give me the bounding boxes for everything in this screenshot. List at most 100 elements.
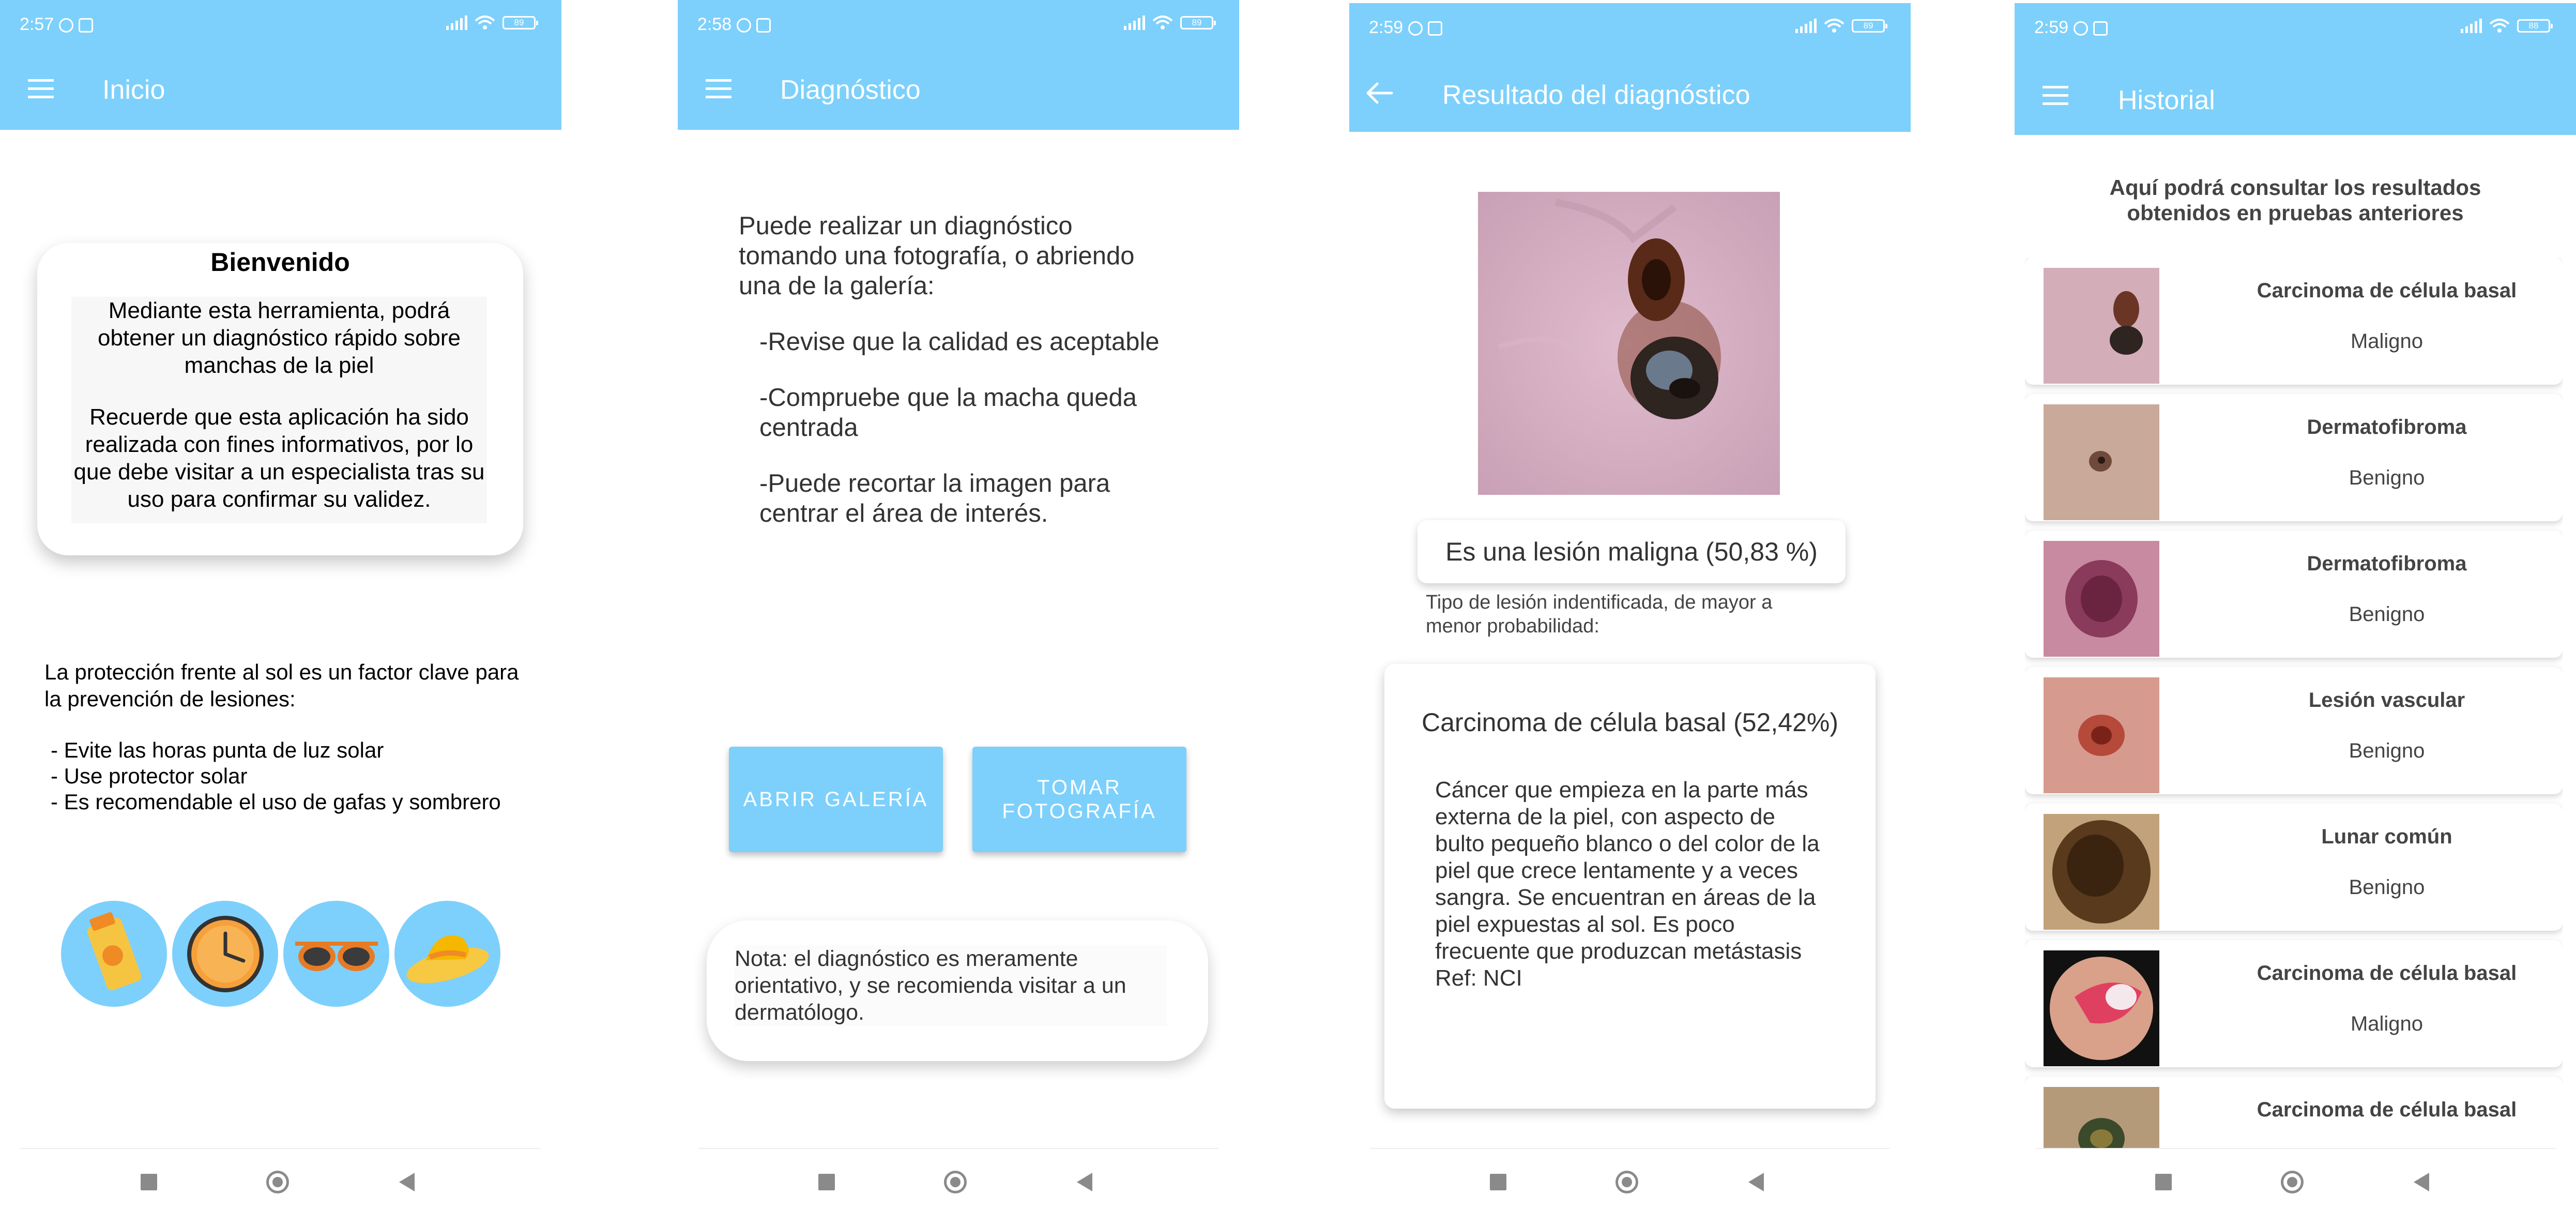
welcome-paragraph: Recuerde que esta aplicación ha sido rea… xyxy=(73,404,485,512)
home-button[interactable] xyxy=(2281,1171,2304,1193)
instruction-step: -Compruebe que la macha queda centrada xyxy=(759,384,1137,442)
notification-icon xyxy=(59,18,74,33)
home-button[interactable] xyxy=(266,1171,289,1193)
signal-icon xyxy=(1124,16,1145,30)
welcome-card: Bienvenido Mediante esta herramienta, po… xyxy=(37,243,523,555)
hamburger-icon[interactable] xyxy=(28,79,54,99)
notification-icon xyxy=(1428,21,1443,36)
status-bar: 2:59 xyxy=(1369,18,1443,38)
lesion-thumbnail xyxy=(2044,268,2159,384)
system-nav-bar xyxy=(2015,1148,2576,1210)
home-button[interactable] xyxy=(1615,1171,1638,1193)
tip-item: - Use protector solar xyxy=(51,764,248,788)
notification-icon xyxy=(2093,21,2108,36)
status-icons: 88 xyxy=(2461,19,2553,33)
sun-protection-tips: - Evite las horas punta de luz solar - U… xyxy=(44,737,520,815)
prevention-icons xyxy=(61,901,500,1007)
battery-level: 89 xyxy=(514,18,524,27)
app-bar: 2:57 89 Inicio xyxy=(0,0,561,130)
history-verdict: Maligno xyxy=(2350,1012,2423,1035)
lesion-photo xyxy=(1478,192,1780,495)
history-lesion-name: Dermatofibroma xyxy=(2307,416,2467,438)
notification-icon xyxy=(2074,21,2089,36)
history-lesion-name: Lesión vascular xyxy=(2308,689,2465,712)
recents-button[interactable] xyxy=(141,1174,157,1190)
history-lesion-name: Dermatofibroma xyxy=(2307,552,2467,575)
status-time: 2:59 xyxy=(2034,18,2069,37)
history-lesion-name: Lunar común xyxy=(2321,825,2452,848)
wifi-icon xyxy=(475,16,495,29)
lesion-name: Carcinoma de célula basal (52,42%) xyxy=(1422,708,1838,737)
back-button[interactable] xyxy=(1748,1173,1764,1191)
history-item[interactable]: Carcinoma de célula basal Maligno xyxy=(2025,258,2563,385)
lesion-detail-card[interactable]: Carcinoma de célula basal (52,42%) Cánce… xyxy=(1384,664,1876,1109)
sun-protection-section: La protección frente al sol es un factor… xyxy=(44,659,520,815)
clock-icon xyxy=(172,901,278,1007)
notification-icon xyxy=(756,18,771,33)
lesion-thumbnail xyxy=(2044,950,2159,1066)
welcome-paragraph: Mediante esta herramienta, podrá obtener… xyxy=(97,298,461,378)
notification-icon xyxy=(79,18,94,33)
tip-item: - Evite las horas punta de luz solar xyxy=(51,738,384,762)
battery-level: 88 xyxy=(2528,21,2539,31)
status-bar: 2:57 xyxy=(20,14,94,35)
battery-icon: 89 xyxy=(1180,16,1216,29)
system-nav-bar xyxy=(1349,1148,1911,1210)
back-button[interactable] xyxy=(2414,1173,2429,1191)
hamburger-icon[interactable] xyxy=(706,79,731,99)
history-item[interactable]: Dermatofibroma Benigno xyxy=(2025,394,2563,521)
status-time: 2:58 xyxy=(697,14,732,34)
app-bar: 2:59 88 Historial xyxy=(2015,3,2576,135)
back-button[interactable] xyxy=(399,1173,415,1191)
history-verdict: Benigno xyxy=(2349,466,2425,489)
hamburger-icon[interactable] xyxy=(2042,86,2068,105)
history-item[interactable]: Lunar común Benigno xyxy=(2025,804,2563,931)
result-subtitle: Tipo de lesión indentificada, de mayor a… xyxy=(1426,592,1773,637)
battery-icon: 88 xyxy=(2517,19,2553,33)
history-list[interactable]: Carcinoma de célula basal Maligno Dermat… xyxy=(2025,258,2563,1148)
history-verdict: Benigno xyxy=(2349,876,2425,899)
page-title: Inicio xyxy=(102,75,165,105)
notification-icon xyxy=(737,18,752,33)
status-time: 2:57 xyxy=(20,14,54,34)
app-bar: 2:59 89 Resultado del diagnóstico xyxy=(1349,3,1911,132)
battery-level: 89 xyxy=(1863,21,1873,31)
recents-button[interactable] xyxy=(818,1174,835,1190)
page-title: Resultado del diagnóstico xyxy=(1442,80,1750,110)
take-photo-button[interactable]: TOMAR FOTOGRAFÍA xyxy=(972,747,1186,852)
history-intro: Aquí podrá consultar los resultados obte… xyxy=(2109,175,2481,225)
history-item[interactable]: Dermatofibroma Benigno xyxy=(2025,531,2563,658)
open-gallery-button[interactable]: ABRIR GALERÍA xyxy=(729,747,943,852)
welcome-text: Mediante esta herramienta, podrá obtener… xyxy=(71,297,487,523)
back-button[interactable] xyxy=(1077,1173,1092,1191)
page-title: Historial xyxy=(2118,85,2215,115)
home-button[interactable] xyxy=(944,1171,967,1193)
system-nav-bar xyxy=(678,1148,1239,1210)
disclaimer-text: Nota: el diagnóstico es meramente orient… xyxy=(735,945,1167,1026)
status-icons: 89 xyxy=(1795,19,1887,33)
welcome-title: Bienvenido xyxy=(210,248,350,277)
back-arrow-icon[interactable] xyxy=(1365,82,1394,104)
signal-icon xyxy=(1795,19,1817,33)
lesion-thumbnail xyxy=(2044,814,2159,930)
history-item[interactable]: Lesión vascular Benigno xyxy=(2025,667,2563,794)
recents-button[interactable] xyxy=(2155,1174,2172,1190)
history-lesion-name: Carcinoma de célula basal xyxy=(2257,279,2517,302)
lesion-description: Cáncer que empieza en la parte más exter… xyxy=(1435,777,1820,991)
lesion-thumbnail xyxy=(2044,1087,2159,1148)
instruction-step: -Revise que la calidad es aceptable xyxy=(759,328,1160,356)
lesion-thumbnail xyxy=(2044,541,2159,657)
history-item[interactable]: Carcinoma de célula basal xyxy=(2025,1077,2563,1148)
app-bar: 2:58 89 Diagnóstico xyxy=(678,0,1239,130)
recents-button[interactable] xyxy=(1490,1174,1506,1190)
lesion-thumbnail xyxy=(2044,404,2159,520)
sunscreen-icon xyxy=(61,901,167,1007)
notification-icon xyxy=(1408,21,1423,36)
history-item[interactable]: Carcinoma de célula basal Maligno xyxy=(2025,940,2563,1067)
system-nav-bar xyxy=(0,1148,561,1210)
battery-icon: 89 xyxy=(502,16,538,29)
screen-inicio: 2:57 89 Inicio Bienvenido Mediante esta … xyxy=(0,0,561,1210)
status-bar: 2:59 xyxy=(2034,18,2108,38)
wifi-icon xyxy=(1152,16,1173,29)
status-bar: 2:58 xyxy=(697,14,771,35)
